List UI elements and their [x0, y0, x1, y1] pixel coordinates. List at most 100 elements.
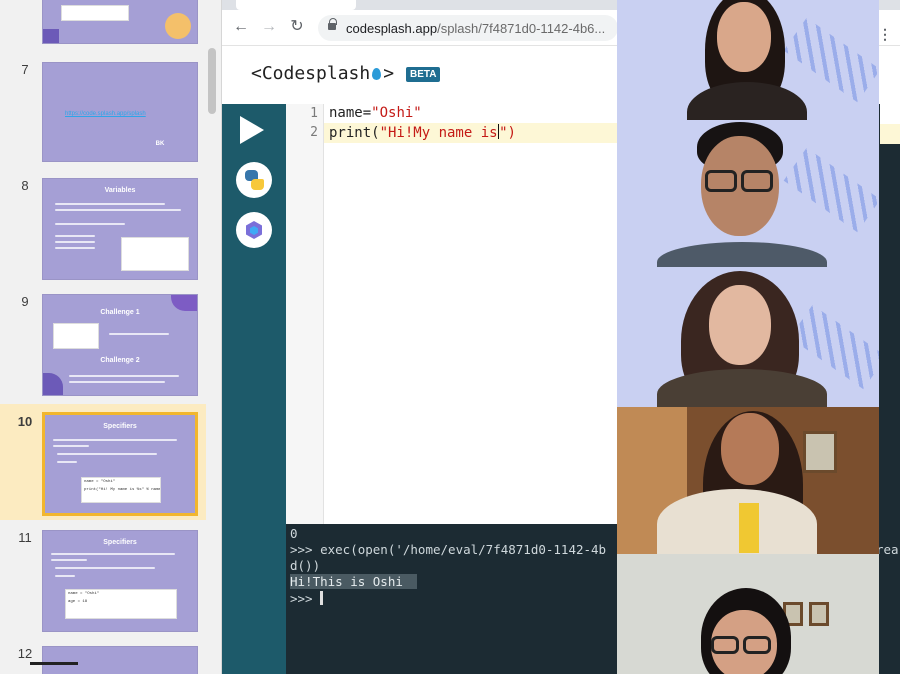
secondary-tool-button[interactable] — [236, 212, 272, 248]
participant-video-2[interactable] — [617, 120, 879, 267]
slide-thumbnail-6[interactable] — [0, 0, 206, 48]
console-prompt[interactable]: >>> — [290, 591, 324, 606]
corner-shape — [43, 29, 59, 43]
tool-rail — [222, 104, 286, 674]
slide-number: 9 — [21, 294, 29, 309]
console-line: >>> exec(open('/home/eval/7f4871d0-1142-… — [290, 542, 607, 557]
slide-preview: Variables — [42, 178, 198, 280]
slide-preview — [42, 0, 198, 44]
python-logo-icon-part — [251, 179, 264, 190]
wall-picture — [803, 431, 837, 473]
code-box: name = "Oshi" age = 18 — [65, 589, 177, 619]
body-shape — [657, 369, 827, 407]
shirt-shape — [739, 503, 759, 553]
divider — [30, 662, 78, 665]
browser-menu-icon[interactable]: ⋮ — [878, 26, 892, 43]
slide-number: 12 — [17, 646, 33, 661]
background-pattern — [783, 147, 879, 233]
face-shape — [717, 2, 771, 72]
text-line — [55, 223, 125, 225]
back-arrow-icon[interactable]: ← — [230, 16, 252, 38]
app-logo[interactable]: <Codesplash > — [251, 63, 394, 84]
slide-title: Specifiers — [103, 423, 137, 430]
text-line — [53, 445, 89, 447]
slides-panel[interactable]: 7 https://code.splash.app/splash BK 8 Va… — [0, 0, 222, 674]
glasses-left — [705, 170, 737, 192]
forward-arrow-icon[interactable]: → — [258, 16, 280, 38]
url-text: codesplash.app/splash/7f4871d0-1142-4b6.… — [346, 21, 606, 36]
run-play-icon[interactable] — [240, 116, 264, 144]
lock-icon — [328, 18, 337, 31]
slide-number: 8 — [21, 178, 29, 193]
text-line — [69, 375, 179, 377]
face-shape — [721, 413, 779, 485]
droplet-icon — [372, 68, 382, 80]
console-cursor — [320, 591, 324, 605]
text-line — [55, 575, 75, 577]
slide-thumbnail-10[interactable]: 10 Specifiers name = "Oshi" print("Hi! M… — [0, 404, 206, 520]
text-line — [57, 453, 157, 455]
body-shape — [657, 242, 827, 267]
code-box — [61, 5, 129, 21]
console-line: 0 — [290, 526, 298, 541]
line-number-gutter: 1 2 — [286, 104, 324, 524]
beta-badge: BETA — [406, 67, 441, 82]
slide-subtitle: Challenge 2 — [100, 357, 140, 364]
slide-title: Variables — [104, 187, 136, 194]
python-button[interactable] — [236, 162, 272, 198]
code-line-1[interactable]: name="Oshi" — [329, 105, 422, 121]
reload-icon[interactable]: ↻ — [286, 16, 308, 38]
text-line — [55, 209, 181, 211]
slide-thumbnail-8[interactable]: 8 Variables — [0, 176, 206, 284]
slide-thumbnail-11[interactable]: 11 Specifiers name = "Oshi" age = 18 — [0, 528, 206, 638]
text-line — [55, 247, 95, 249]
text-line — [55, 241, 95, 243]
console-line-tail: rea — [876, 542, 899, 557]
slide-thumbnail-9[interactable]: 9 Challenge 1 Challenge 2 — [0, 292, 206, 400]
text-line — [51, 559, 87, 561]
slide-preview: https://code.splash.app/splash BK — [42, 62, 198, 162]
glasses-right — [743, 636, 771, 654]
line-number: 1 — [310, 106, 318, 121]
slide-thumbnail-12[interactable]: 12 — [0, 644, 206, 674]
slide-number: 10 — [17, 414, 33, 429]
code-editor[interactable]: 1 2 name="Oshi" print("Hi!My name is ") — [286, 104, 618, 524]
console-output: Hi!This is Oshi — [290, 574, 417, 589]
slide-preview: Challenge 1 Challenge 2 — [42, 294, 198, 396]
text-line — [53, 439, 177, 441]
slide-preview: Specifiers name = "Oshi" print("Hi! My n… — [42, 412, 198, 516]
body-shape — [657, 489, 817, 554]
browser-tab[interactable] — [236, 0, 356, 10]
code-text: name = "Oshi" — [84, 480, 116, 484]
slide-preview — [42, 646, 198, 674]
slide-number: 7 — [21, 62, 29, 77]
active-line-edge — [880, 124, 900, 144]
wall-picture — [809, 602, 829, 626]
editor-edge — [880, 104, 900, 124]
slide-number: 11 — [18, 530, 32, 545]
code-text: name = "Oshi" — [68, 592, 100, 596]
participant-video-4[interactable] — [617, 407, 879, 554]
code-text: print("Hi! My name is %s" % name) — [84, 488, 160, 492]
text-line — [57, 461, 77, 463]
glasses-left — [711, 636, 739, 654]
slide-thumbnail-7[interactable]: 7 https://code.splash.app/splash BK — [0, 60, 206, 168]
face-shape — [709, 285, 771, 365]
participant-video-3[interactable] — [617, 267, 879, 407]
participant-video-1[interactable] — [617, 0, 879, 120]
slides-scrollbar[interactable] — [208, 48, 216, 114]
slide-preview: Specifiers name = "Oshi" age = 18 — [42, 530, 198, 632]
console-line: d()) — [290, 558, 321, 573]
text-line — [55, 235, 95, 237]
participant-video-5[interactable] — [617, 554, 879, 674]
slide-title: Specifiers — [103, 539, 137, 546]
code-text: age = 18 — [68, 600, 88, 604]
screen: 7 https://code.splash.app/splash BK 8 Va… — [0, 0, 900, 674]
glasses-right — [741, 170, 773, 192]
line-number: 2 — [310, 125, 318, 140]
text-line — [51, 553, 175, 555]
url-field[interactable]: codesplash.app/splash/7f4871d0-1142-4b6.… — [318, 15, 618, 41]
code-line-2[interactable]: print("Hi!My name is ") — [329, 124, 516, 141]
slide-title: Challenge 1 — [100, 309, 140, 316]
background-pattern — [783, 17, 879, 103]
